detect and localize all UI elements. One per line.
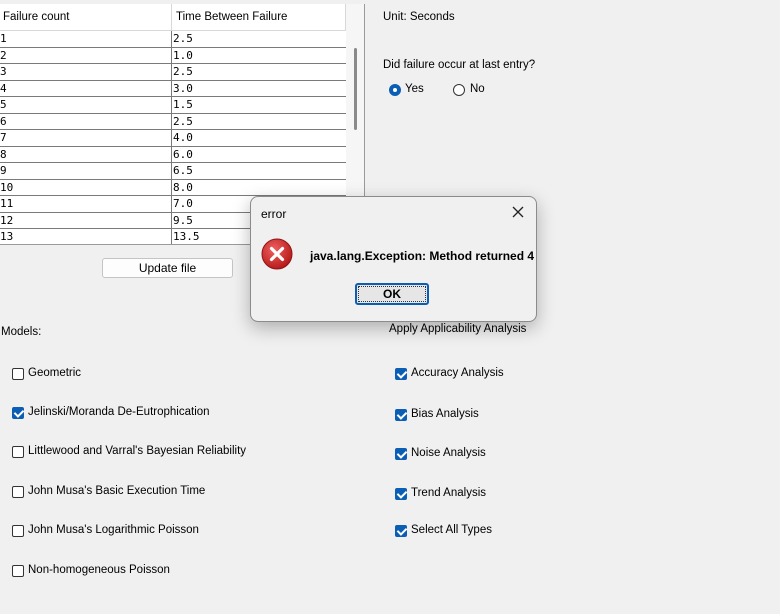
cell-failure-count[interactable]: 8 — [0, 146, 172, 162]
select-all-checkbox[interactable] — [395, 525, 407, 537]
header-failure-count[interactable]: Failure count — [3, 4, 69, 30]
analysis-label: Apply Applicability Analysis — [389, 323, 527, 335]
cell-failure-count[interactable]: 12 — [0, 212, 172, 228]
table-row[interactable]: 3 2.5 — [0, 64, 346, 81]
update-file-button[interactable]: Update file — [102, 258, 233, 278]
error-dialog: error java.lang.Exception: Method return… — [250, 196, 537, 322]
table-row[interactable]: 10 8.0 — [0, 179, 346, 196]
trend-label: Trend Analysis — [411, 487, 486, 499]
geometric-checkbox[interactable] — [12, 368, 24, 380]
nhpp-label: Non-homogeneous Poisson — [28, 564, 170, 576]
table-row[interactable]: 6 2.5 — [0, 113, 346, 130]
cell-failure-count[interactable]: 1 — [0, 31, 172, 47]
musa-log-label: John Musa's Logarithmic Poisson — [28, 524, 199, 536]
table-row[interactable]: 5 1.5 — [0, 97, 346, 114]
table-row[interactable]: 4 3.0 — [0, 80, 346, 97]
bias-checkbox[interactable] — [395, 409, 407, 421]
cell-time-between-failure[interactable]: 2.5 — [173, 31, 193, 47]
musa-log-checkbox[interactable] — [12, 525, 24, 537]
table-row[interactable]: 7 4.0 — [0, 130, 346, 147]
error-icon — [261, 238, 293, 270]
cell-failure-count[interactable]: 3 — [0, 64, 172, 80]
cell-failure-count[interactable]: 13 — [0, 229, 172, 244]
no-label: No — [470, 83, 485, 95]
cell-failure-count[interactable]: 7 — [0, 130, 172, 146]
trend-checkbox[interactable] — [395, 488, 407, 500]
cell-failure-count[interactable]: 4 — [0, 80, 172, 96]
close-icon[interactable] — [509, 203, 527, 221]
scrollbar-thumb[interactable] — [354, 48, 357, 130]
header-time-between-failure[interactable]: Time Between Failure — [176, 4, 287, 30]
musa-basic-label: John Musa's Basic Execution Time — [28, 485, 206, 497]
cell-failure-count[interactable]: 9 — [0, 163, 172, 179]
jelinski-moranda-label: Jelinski/Moranda De-Eutrophication — [28, 406, 210, 418]
select-all-label: Select All Types — [411, 524, 492, 536]
models-label: Models: — [1, 326, 42, 338]
geometric-label: Geometric — [28, 367, 82, 379]
cell-time-between-failure[interactable]: 1.5 — [173, 97, 193, 113]
cell-time-between-failure[interactable]: 13.5 — [173, 229, 200, 244]
no-radio[interactable] — [453, 84, 465, 96]
failure-question: Did failure occur at last entry? — [383, 59, 536, 71]
cell-time-between-failure[interactable]: 2.5 — [173, 114, 193, 130]
dialog-title: error — [261, 207, 287, 221]
littlewood-label: Littlewood and Varral's Bayesian Reliabi… — [28, 445, 247, 457]
noise-checkbox[interactable] — [395, 448, 407, 460]
cell-failure-count[interactable]: 5 — [0, 97, 172, 113]
cell-time-between-failure[interactable]: 8.0 — [173, 180, 193, 196]
cell-failure-count[interactable]: 6 — [0, 113, 172, 129]
cell-time-between-failure[interactable]: 4.0 — [173, 130, 193, 146]
littlewood-checkbox[interactable] — [12, 446, 24, 458]
yes-radio[interactable] — [389, 84, 401, 96]
jelinski-moranda-checkbox[interactable] — [12, 407, 24, 419]
bias-label: Bias Analysis — [411, 408, 479, 420]
table-header: Failure count Time Between Failure — [0, 4, 346, 31]
cell-time-between-failure[interactable]: 7.0 — [173, 196, 193, 212]
cell-time-between-failure[interactable]: 1.0 — [173, 48, 193, 64]
dialog-message: java.lang.Exception: Method returned 4 — [310, 249, 535, 263]
cell-time-between-failure[interactable]: 3.0 — [173, 81, 193, 97]
cell-time-between-failure[interactable]: 6.5 — [173, 163, 193, 179]
yes-label: Yes — [405, 83, 424, 95]
accuracy-checkbox[interactable] — [395, 368, 407, 380]
table-row[interactable]: 8 6.0 — [0, 146, 346, 163]
cell-time-between-failure[interactable]: 2.5 — [173, 64, 193, 80]
nhpp-checkbox[interactable] — [12, 565, 24, 577]
cell-time-between-failure[interactable]: 6.0 — [173, 147, 193, 163]
cell-failure-count[interactable]: 2 — [0, 47, 172, 63]
musa-basic-checkbox[interactable] — [12, 486, 24, 498]
noise-label: Noise Analysis — [411, 447, 486, 459]
cell-failure-count[interactable]: 10 — [0, 179, 172, 195]
cell-failure-count[interactable]: 11 — [0, 196, 172, 212]
table-row[interactable]: 2 1.0 — [0, 47, 346, 64]
ok-button[interactable]: OK — [355, 283, 429, 305]
unit-label: Unit: Seconds — [383, 11, 455, 23]
cell-time-between-failure[interactable]: 9.5 — [173, 213, 193, 229]
table-row[interactable]: 1 2.5 — [0, 31, 346, 48]
accuracy-label: Accuracy Analysis — [411, 367, 504, 379]
table-row[interactable]: 9 6.5 — [0, 163, 346, 180]
